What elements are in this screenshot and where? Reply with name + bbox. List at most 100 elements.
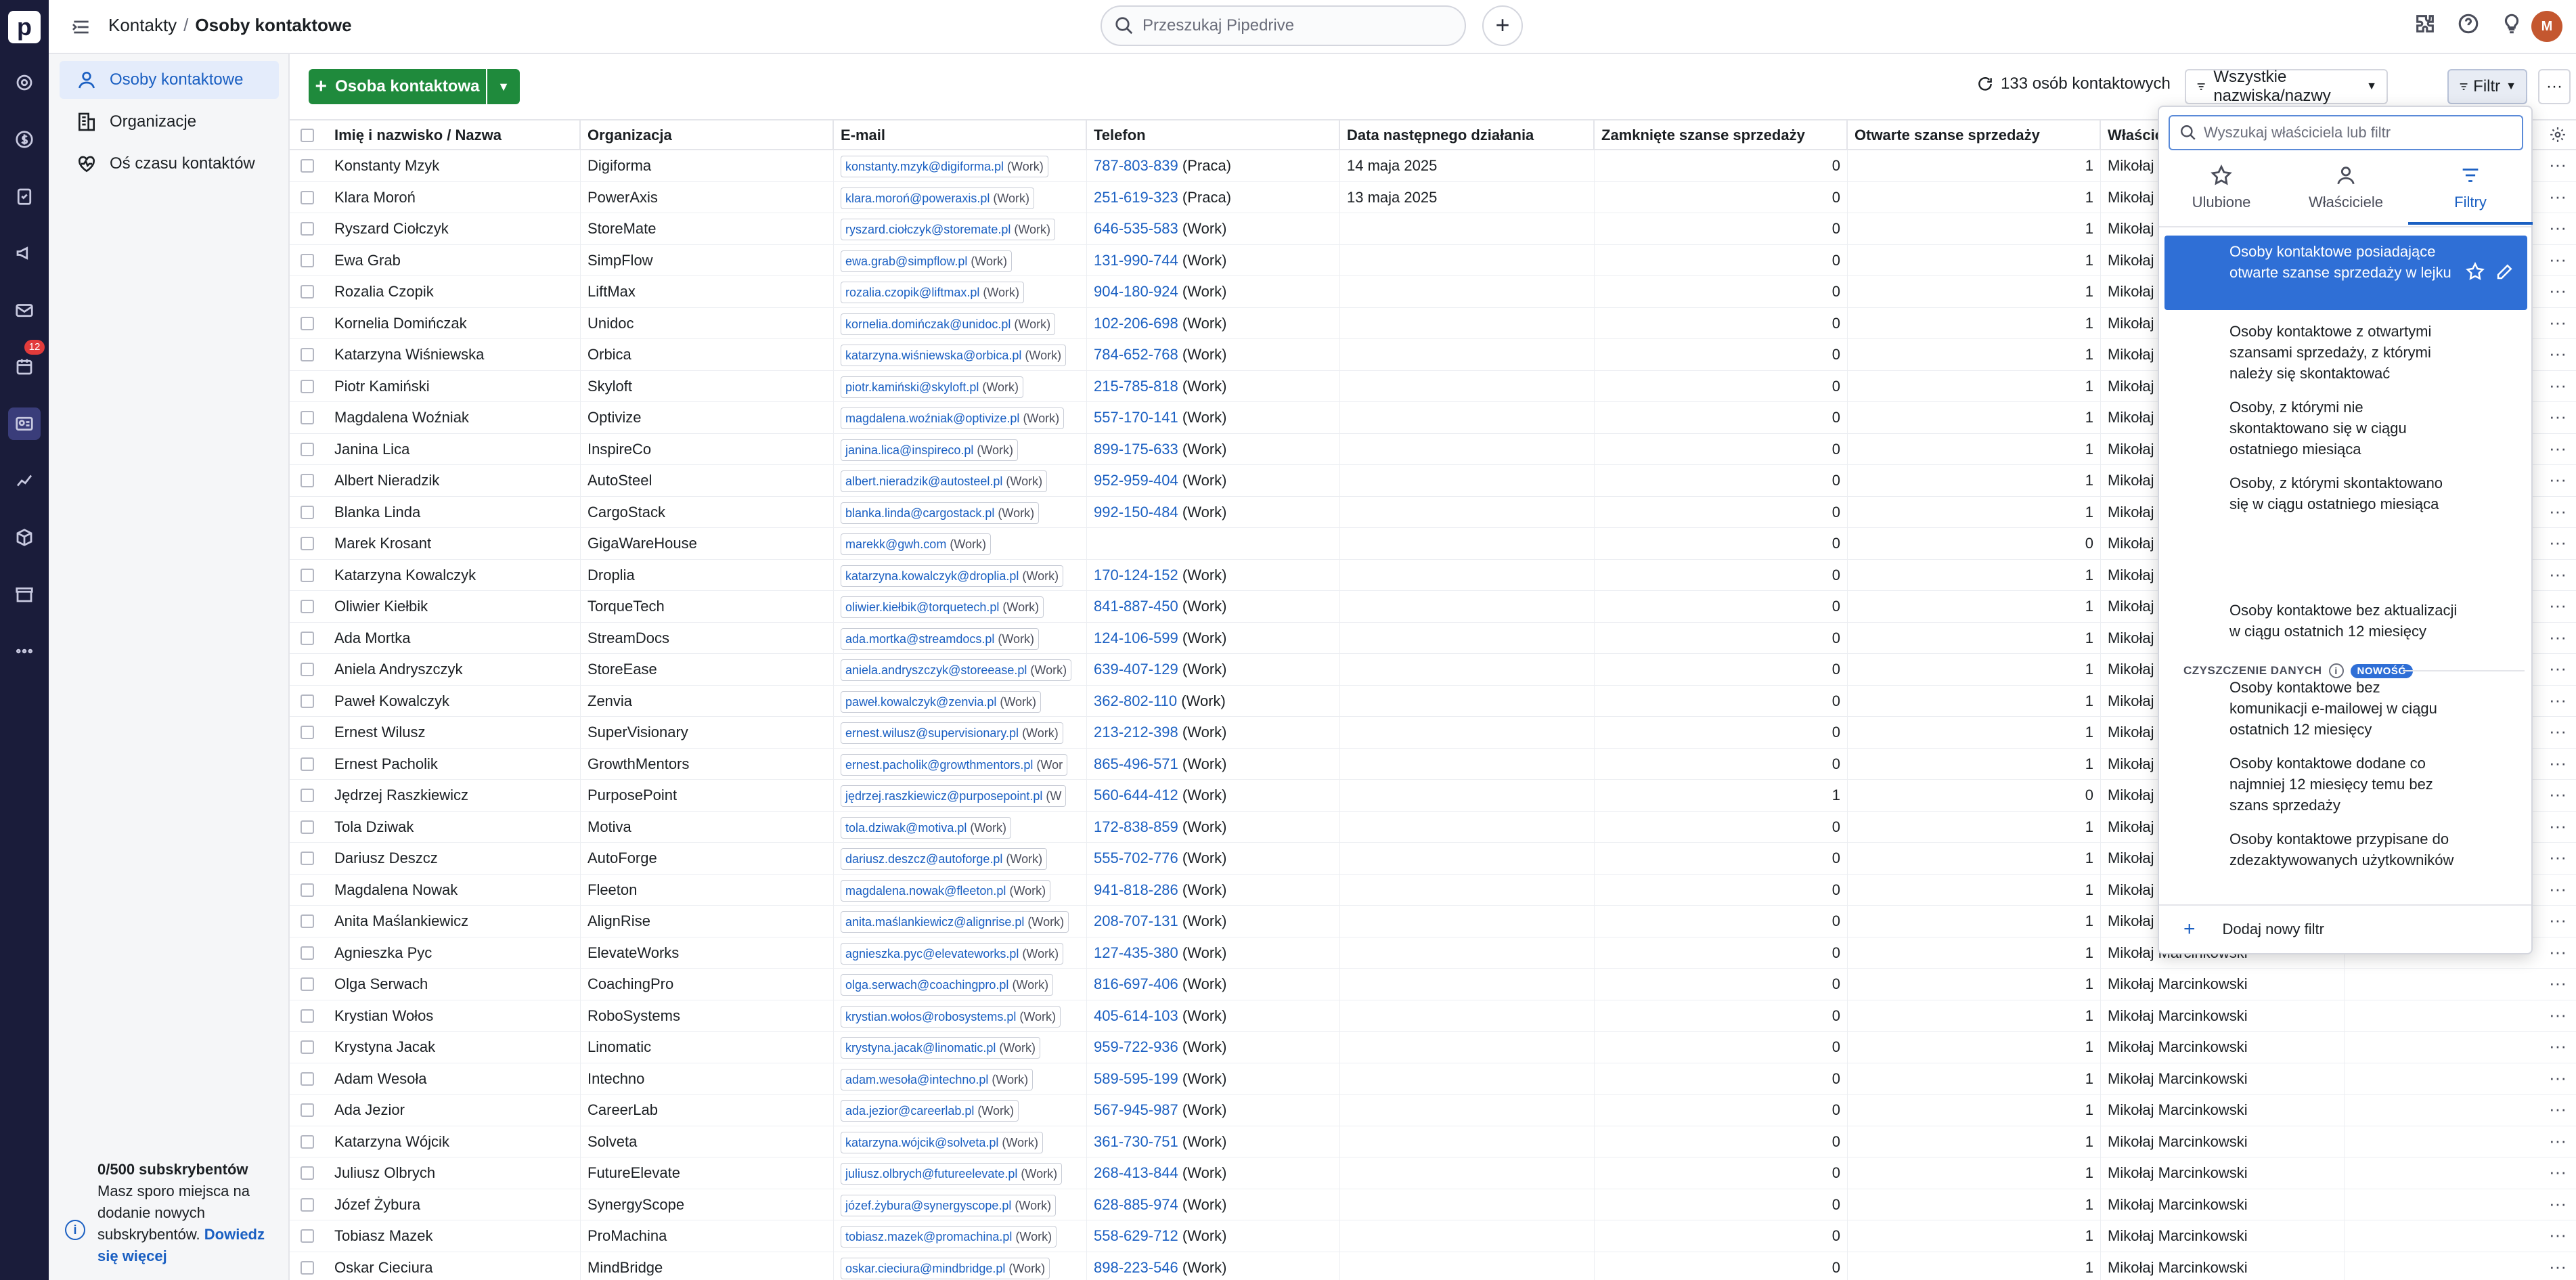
email-chip[interactable]: aniela.andryszczyk@storeease.pl (Work) xyxy=(841,659,1072,681)
email-chip[interactable]: olga.serwach@coachingpro.pl (Work) xyxy=(841,974,1054,996)
table-row[interactable]: Ada Jezior CareerLab ada.jezior@careerlab.… xyxy=(290,1095,2576,1126)
column-header-phone[interactable]: Telefon xyxy=(1087,120,1340,150)
email-address[interactable]: józef.żybura@synergyscope.pl xyxy=(845,1199,1011,1212)
filter-item[interactable]: Osoby, z którymi skontaktowano się w cią… xyxy=(2164,467,2527,520)
email-chip[interactable]: paweł.kowalczyk@zenvia.pl (Work) xyxy=(841,690,1042,713)
cell-name[interactable]: Olga Serwach xyxy=(328,969,581,1000)
more-actions-button[interactable]: ··· xyxy=(2538,69,2571,104)
cell-name[interactable]: Paweł Kowalczyk xyxy=(328,685,581,717)
extensions-icon[interactable] xyxy=(2414,12,2441,39)
email-address[interactable]: ewa.grab@simpflow.pl xyxy=(845,255,967,268)
row-menu-icon[interactable]: ··· xyxy=(2549,1005,2567,1025)
table-row[interactable]: Katarzyna Wójcik Solveta katarzyna.wójcik@… xyxy=(290,1126,2576,1157)
cell-name[interactable]: Rozalia Czopik xyxy=(328,276,581,307)
row-menu-icon[interactable]: ··· xyxy=(2549,186,2567,207)
email-address[interactable]: jędrzej.raszkiewicz@purposepoint.pl xyxy=(845,789,1042,803)
column-header-closed-deals[interactable]: Zamknięte szanse sprzedaży xyxy=(1595,120,1848,150)
cell-organization[interactable]: TorqueTech xyxy=(581,591,834,622)
phone-number[interactable]: 268-413-844 xyxy=(1094,1164,1178,1181)
cell-name[interactable]: Magdalena Nowak xyxy=(328,874,581,906)
email-address[interactable]: krystian.wołos@robosystems.pl xyxy=(845,1010,1016,1023)
phone-number[interactable]: 992-150-484 xyxy=(1094,504,1178,521)
store-icon[interactable] xyxy=(8,578,41,611)
phone-number[interactable]: 628-885-974 xyxy=(1094,1196,1178,1213)
phone-number[interactable]: 102-206-698 xyxy=(1094,315,1178,332)
cell-name[interactable]: Oskar Cieciura xyxy=(328,1252,581,1280)
cell-name[interactable]: Ernest Pacholik xyxy=(328,748,581,780)
column-header-email[interactable]: E-mail xyxy=(834,120,1087,150)
column-header-next-activity[interactable]: Data następnego działania xyxy=(1340,120,1595,150)
pipedrive-logo[interactable]: p xyxy=(8,11,41,43)
cell-name[interactable]: Anita Maślankiewicz xyxy=(328,906,581,937)
row-checkbox[interactable] xyxy=(301,883,314,897)
phone-number[interactable]: 646-535-583 xyxy=(1094,220,1178,237)
row-menu-icon[interactable]: ··· xyxy=(2549,343,2567,364)
row-checkbox[interactable] xyxy=(301,600,314,613)
row-menu-icon[interactable]: ··· xyxy=(2549,1036,2567,1057)
sidebar-item-persons[interactable]: Osoby kontaktowe xyxy=(60,61,279,99)
row-checkbox[interactable] xyxy=(301,411,314,424)
row-checkbox[interactable] xyxy=(301,348,314,361)
more-icon[interactable] xyxy=(8,635,41,667)
cell-name[interactable]: Oliwier Kiełbik xyxy=(328,591,581,622)
cell-organization[interactable]: ElevateWorks xyxy=(581,937,834,969)
cell-name[interactable]: Ryszard Ciołczyk xyxy=(328,213,581,244)
row-checkbox[interactable] xyxy=(301,694,314,708)
row-menu-icon[interactable]: ··· xyxy=(2549,595,2567,616)
row-checkbox[interactable] xyxy=(301,505,314,519)
email-address[interactable]: magdalena.woźniak@optivize.pl xyxy=(845,412,1019,425)
row-checkbox[interactable] xyxy=(301,442,314,456)
email-chip[interactable]: marekk@gwh.com (Work) xyxy=(841,533,991,555)
cell-organization[interactable]: Zenvia xyxy=(581,685,834,717)
email-chip[interactable]: józef.żybura@synergyscope.pl (Work) xyxy=(841,1194,1057,1216)
row-menu-icon[interactable]: ··· xyxy=(2549,721,2567,742)
cell-name[interactable]: Ada Mortka xyxy=(328,622,581,654)
email-chip[interactable]: oskar.cieciura@mindbridge.pl (Work) xyxy=(841,1257,1050,1279)
phone-number[interactable]: 865-496-571 xyxy=(1094,755,1178,772)
email-chip[interactable]: kornelia.domińczak@unidoc.pl (Work) xyxy=(841,313,1056,335)
add-filter-button[interactable]: + Dodaj nowy filtr xyxy=(2183,918,2324,941)
email-chip[interactable]: janina.lica@inspireco.pl (Work) xyxy=(841,439,1019,461)
email-chip[interactable]: rozalia.czopik@liftmax.pl (Work) xyxy=(841,282,1025,303)
phone-number[interactable]: 558-629-712 xyxy=(1094,1227,1178,1244)
cell-name[interactable]: Marek Krosant xyxy=(328,528,581,559)
filter-item[interactable]: Osoby kontaktowe bez komunikacji e-mailo… xyxy=(2164,671,2527,745)
email-chip[interactable]: krystian.wołos@robosystems.pl (Work) xyxy=(841,1005,1061,1028)
row-checkbox[interactable] xyxy=(301,316,314,330)
dollar-icon[interactable] xyxy=(8,123,41,156)
phone-number[interactable]: 555-702-776 xyxy=(1094,849,1178,866)
email-address[interactable]: marekk@gwh.com xyxy=(845,537,946,551)
column-header-open-deals[interactable]: Otwarte szanse sprzedaży xyxy=(1848,120,2101,150)
email-address[interactable]: piotr.kamiński@skyloft.pl xyxy=(845,380,979,394)
row-menu-icon[interactable]: ··· xyxy=(2549,816,2567,837)
cell-organization[interactable]: Intechno xyxy=(581,1063,834,1095)
tab-favorites[interactable]: Ulubione xyxy=(2159,160,2284,225)
table-row[interactable]: Olga Serwach CoachingPro olga.serwach@coac… xyxy=(290,969,2576,1000)
email-address[interactable]: konstanty.mzyk@digiforma.pl xyxy=(845,160,1004,173)
refresh-icon[interactable] xyxy=(1976,75,1994,93)
add-person-button[interactable]: + Osoba kontaktowa xyxy=(309,69,486,104)
row-checkbox[interactable] xyxy=(301,1040,314,1054)
row-menu-icon[interactable]: ··· xyxy=(2549,406,2567,427)
row-checkbox[interactable] xyxy=(301,253,314,267)
cell-organization[interactable]: GigaWareHouse xyxy=(581,528,834,559)
cell-name[interactable]: Adam Wesoła xyxy=(328,1063,581,1095)
row-checkbox[interactable] xyxy=(301,663,314,676)
contacts-icon[interactable] xyxy=(8,407,41,440)
phone-number[interactable]: 567-945-987 xyxy=(1094,1101,1178,1118)
row-checkbox[interactable] xyxy=(301,1229,314,1243)
table-row[interactable]: Józef Żybura SynergyScope józef.żybura@syn… xyxy=(290,1189,2576,1220)
phone-number[interactable]: 215-785-818 xyxy=(1094,378,1178,395)
phone-number[interactable]: 941-818-286 xyxy=(1094,881,1178,898)
email-address[interactable]: anita.maślankiewicz@alignrise.pl xyxy=(845,915,1024,929)
email-address[interactable]: aniela.andryszczyk@storeease.pl xyxy=(845,663,1027,677)
cell-name[interactable]: Ernest Wilusz xyxy=(328,717,581,748)
email-chip[interactable]: anita.maślankiewicz@alignrise.pl (Work) xyxy=(841,911,1069,933)
email-address[interactable]: oskar.cieciura@mindbridge.pl xyxy=(845,1262,1005,1275)
phone-number[interactable]: 589-595-199 xyxy=(1094,1070,1178,1087)
row-checkbox[interactable] xyxy=(301,820,314,834)
cell-name[interactable]: Jędrzej Raszkiewicz xyxy=(328,780,581,811)
email-chip[interactable]: ada.mortka@streamdocs.pl (Work) xyxy=(841,627,1040,650)
tips-icon[interactable] xyxy=(2500,12,2527,39)
avatar[interactable]: M xyxy=(2531,11,2562,42)
